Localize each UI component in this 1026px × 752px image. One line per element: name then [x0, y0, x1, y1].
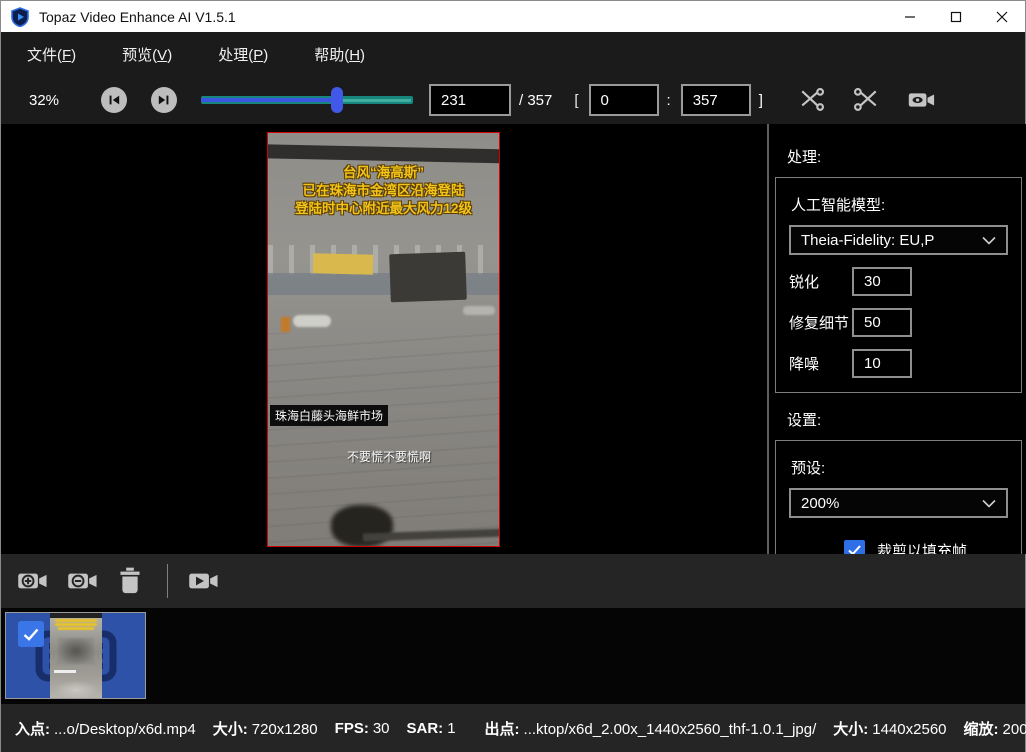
window-title: Topaz Video Enhance AI V1.5.1 [39, 9, 236, 25]
denoise-label: 降噪 [789, 353, 852, 374]
menu-preview[interactable]: 预览(V) [110, 38, 184, 71]
toolbar-divider [167, 564, 168, 598]
status-out-path: 出点:...ktop/x6d_2.00x_1440x2560_thf-1.0.1… [485, 718, 817, 739]
crop-to-fill-checkbox[interactable] [844, 540, 865, 554]
denoise-input[interactable] [852, 349, 912, 378]
preview-button[interactable] [907, 89, 937, 111]
maximize-icon [950, 11, 962, 23]
close-icon [996, 11, 1008, 23]
status-scale: 缩放:200% [964, 718, 1026, 739]
video-list-toolbar [1, 554, 1025, 608]
processing-group: 人工智能模型: Theia-Fidelity: EU,P 锐化 修复细节 降噪 [775, 177, 1022, 393]
video-speech-caption: 不要慌不要慌啊 [347, 448, 431, 465]
trim-open-bracket: [ [574, 92, 578, 109]
skip-start-icon [106, 92, 122, 108]
menu-file[interactable]: 文件(F) [15, 38, 88, 71]
video-thumbnail-item[interactable] [5, 612, 146, 699]
add-video-button[interactable] [17, 568, 49, 594]
ai-model-label: 人工智能模型: [791, 194, 1008, 215]
chevron-down-icon [982, 499, 996, 508]
trim-in-button[interactable] [799, 88, 825, 112]
status-bar: 入点:...o/Desktop/x6d.mp4 大小:720x1280 FPS:… [1, 704, 1025, 752]
thumbnail-strip [1, 608, 1025, 704]
right-panel: 处理: 人工智能模型: Theia-Fidelity: EU,P 锐化 修复细节… [769, 124, 1026, 554]
check-icon [848, 545, 861, 554]
trim-close-bracket: ] [759, 92, 763, 109]
crop-to-fill-label: 裁剪以填充帧 [877, 540, 967, 554]
slider-handle[interactable] [331, 87, 343, 113]
video-frame[interactable]: 台风“海高斯” 已在珠海市金湾区沿海登陆 登陆时中心附近最大风力12级 珠海白藤… [267, 132, 500, 547]
crop-to-fill-row: 裁剪以填充帧 [844, 540, 1008, 554]
preset-value: 200% [801, 495, 839, 512]
process-video-button[interactable] [188, 568, 220, 594]
ai-model-dropdown[interactable]: Theia-Fidelity: EU,P [789, 225, 1008, 255]
thumbnail-checkbox[interactable] [18, 621, 44, 647]
total-frames-label: / 357 [519, 92, 552, 109]
skip-to-start-button[interactable] [101, 87, 127, 113]
thumbnail-preview-image [50, 613, 102, 698]
sharpen-input[interactable] [852, 267, 912, 296]
trim-start-input[interactable] [589, 84, 659, 116]
preview-canvas[interactable]: 台风“海高斯” 已在珠海市金湾区沿海登陆 登陆时中心附近最大风力12级 珠海白藤… [1, 124, 767, 554]
trim-end-input[interactable] [681, 84, 751, 116]
maximize-button[interactable] [933, 1, 979, 32]
status-fps: FPS:30 [335, 720, 390, 737]
trash-icon [117, 567, 143, 595]
menu-bar: 文件(F) 预览(V) 处理(P) 帮助(H) [1, 32, 1025, 76]
settings-group: 预设: 200% 裁剪以填充帧 [775, 440, 1022, 554]
timeline-slider[interactable] [201, 93, 413, 107]
title-bar: Topaz Video Enhance AI V1.5.1 [1, 1, 1025, 32]
slider-remaining [337, 99, 411, 102]
restore-detail-input[interactable] [852, 308, 912, 337]
main-area: 台风“海高斯” 已在珠海市金湾区沿海登陆 登陆时中心附近最大风力12级 珠海白藤… [1, 124, 1025, 554]
zoom-level: 32% [29, 92, 69, 109]
skip-to-end-button[interactable] [151, 87, 177, 113]
ai-model-value: Theia-Fidelity: EU,P [801, 232, 934, 249]
trim-out-button[interactable] [853, 88, 879, 112]
sharpen-row: 锐化 [789, 267, 1008, 296]
video-orange-object [281, 317, 290, 332]
video-headline-caption: 台风“海高斯” 已在珠海市金湾区沿海登陆 登陆时中心附近最大风力12级 [268, 164, 499, 218]
close-button[interactable] [979, 1, 1025, 32]
status-in-file: 入点:...o/Desktop/x6d.mp4 [15, 718, 196, 739]
status-sar: SAR:1 [407, 720, 456, 737]
delete-button[interactable] [117, 567, 143, 595]
scissors-in-icon [799, 88, 825, 112]
trim-colon: : [667, 92, 671, 109]
denoise-row: 降噪 [789, 349, 1008, 378]
video-location-caption: 珠海白藤头海鲜市场 [270, 405, 388, 426]
video-car [293, 315, 331, 327]
menu-help[interactable]: 帮助(H) [302, 38, 377, 71]
preset-dropdown[interactable]: 200% [789, 488, 1008, 518]
minimize-icon [904, 11, 916, 23]
settings-heading: 设置: [787, 409, 1022, 430]
remove-video-button[interactable] [67, 568, 99, 594]
scissors-out-icon [853, 88, 879, 112]
check-icon [23, 628, 39, 641]
playback-toolbar: 32% / 357 [ : ] [1, 76, 1025, 124]
status-in-size: 大小:720x1280 [213, 718, 318, 739]
slider-progress [201, 98, 337, 102]
minimize-button[interactable] [887, 1, 933, 32]
video-dark-sign [389, 252, 467, 303]
video-top-band [267, 144, 500, 163]
status-out-size: 大小:1440x2560 [833, 718, 946, 739]
current-frame-input[interactable] [429, 84, 511, 116]
camera-play-icon [188, 568, 220, 594]
sharpen-label: 锐化 [789, 271, 852, 292]
menu-process[interactable]: 处理(P) [206, 38, 280, 71]
processing-heading: 处理: [787, 146, 1022, 167]
camera-preview-icon [907, 89, 937, 111]
skip-end-icon [156, 92, 172, 108]
video-car2 [463, 306, 495, 315]
preset-label: 预设: [791, 457, 1008, 478]
chevron-down-icon [982, 236, 996, 245]
camera-minus-icon [67, 568, 99, 594]
restore-detail-row: 修复细节 [789, 308, 1008, 337]
restore-detail-label: 修复细节 [789, 312, 852, 333]
video-billboard [313, 253, 374, 275]
app-logo-icon [11, 7, 29, 27]
camera-plus-icon [17, 568, 49, 594]
